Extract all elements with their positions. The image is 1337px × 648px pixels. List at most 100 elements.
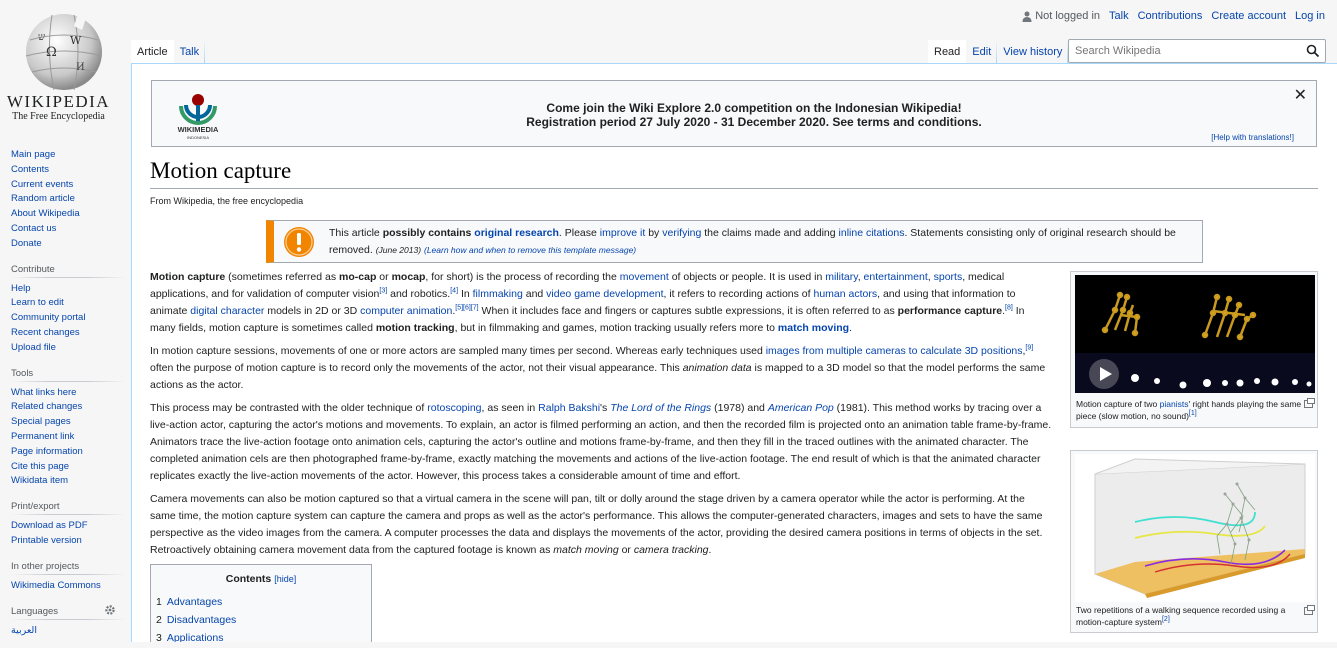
- user-talk-link[interactable]: Talk: [1109, 10, 1129, 22]
- sidebar-item-learn-to-edit[interactable]: Learn to edit: [11, 297, 64, 308]
- link-american-pop[interactable]: American Pop: [768, 402, 834, 414]
- sidebar-heading-contribute: Contribute: [11, 263, 126, 278]
- sidebar-item-contact[interactable]: Contact us: [11, 223, 56, 234]
- link-filmmaking[interactable]: filmmaking: [473, 288, 523, 300]
- sidebar: Main page Contents Current events Random…: [11, 148, 126, 648]
- text: In: [458, 288, 473, 300]
- sidebar-item-main-page[interactable]: Main page: [11, 149, 55, 160]
- citation-link[interactable]: [2]: [1162, 616, 1170, 623]
- sidebar-item-recent-changes[interactable]: Recent changes: [11, 327, 80, 338]
- link-lord-of-the-rings[interactable]: The Lord of the Rings: [610, 402, 711, 414]
- link-digital-character[interactable]: digital character: [190, 305, 264, 317]
- sidebar-heading-print: Print/export: [11, 501, 126, 516]
- enlarge-icon[interactable]: [1304, 398, 1315, 408]
- link-computer-animation[interactable]: computer animation: [360, 305, 452, 317]
- sidebar-item-donate[interactable]: Donate: [11, 238, 42, 249]
- link-rotoscoping[interactable]: rotoscoping: [427, 402, 481, 414]
- banner-line-1[interactable]: Come join the Wiki Explore 2.0 competiti…: [252, 101, 1256, 115]
- link-movement[interactable]: movement: [620, 271, 669, 283]
- sidebar-item-help[interactable]: Help: [11, 283, 31, 294]
- gear-icon[interactable]: [104, 604, 116, 619]
- sidebar-item-permanent-link[interactable]: Permanent link: [11, 431, 74, 442]
- login-link[interactable]: Log in: [1295, 10, 1325, 22]
- sidebar-item-upload-file[interactable]: Upload file: [11, 342, 56, 353]
- text: models in 2D or 3D: [264, 305, 361, 317]
- link-pianists[interactable]: pianists: [1160, 399, 1189, 409]
- sidebar-item-cite-this-page[interactable]: Cite this page: [11, 461, 69, 472]
- citation-link[interactable]: [4]: [450, 288, 458, 295]
- sidebar-item-download-pdf[interactable]: Download as PDF: [11, 520, 88, 531]
- tab-view-history[interactable]: View history: [997, 40, 1069, 63]
- sidebar-item-current-events[interactable]: Current events: [11, 179, 73, 190]
- walking-mocap-image[interactable]: [1075, 454, 1315, 602]
- link-sports[interactable]: sports: [934, 271, 963, 283]
- toc-link-disadvantages[interactable]: Disadvantages: [167, 614, 236, 626]
- toc-title: Contents [hide]: [151, 573, 371, 585]
- toc-hide-toggle[interactable]: [hide]: [274, 574, 296, 584]
- text: or: [618, 544, 634, 556]
- tab-article[interactable]: Article: [131, 40, 174, 63]
- sidebar-item-page-information[interactable]: Page information: [11, 446, 83, 457]
- citation-link[interactable]: [1]: [1189, 410, 1197, 417]
- sidebar-item-wikimedia-commons[interactable]: Wikimedia Commons: [11, 580, 101, 591]
- toc-item[interactable]: 3 Applications: [156, 629, 371, 642]
- enlarge-icon[interactable]: [1304, 605, 1315, 615]
- citation-link[interactable]: [5][6][7]: [455, 305, 478, 312]
- link-ralph-bakshi[interactable]: Ralph Bakshi: [538, 402, 600, 414]
- text: , but in filmmaking and games, motion tr…: [454, 322, 778, 334]
- link-military[interactable]: military: [825, 271, 857, 283]
- sidebar-item-special-pages[interactable]: Special pages: [11, 416, 71, 427]
- toc-link-applications[interactable]: Applications: [167, 632, 224, 642]
- text: When it includes face and fingers or cap…: [478, 305, 898, 317]
- citation-link[interactable]: [8]: [1005, 305, 1013, 312]
- inline-citations-link[interactable]: inline citations: [839, 227, 905, 239]
- sidebar-item-community-portal[interactable]: Community portal: [11, 312, 85, 323]
- tagline: The Free Encyclopedia: [12, 111, 105, 122]
- citation-link[interactable]: [9]: [1025, 345, 1033, 352]
- create-account-link[interactable]: Create account: [1211, 10, 1286, 22]
- sidebar-item-related-changes[interactable]: Related changes: [11, 401, 82, 412]
- tab-edit[interactable]: Edit: [966, 40, 998, 63]
- toc-link-advantages[interactable]: Advantages: [167, 596, 222, 608]
- verifying-link[interactable]: verifying: [662, 227, 701, 239]
- link-entertainment[interactable]: entertainment: [864, 271, 928, 283]
- caption-text: Two repetitions of a walking sequence re…: [1076, 605, 1286, 627]
- sidebar-item-wikidata-item[interactable]: Wikidata item: [11, 475, 68, 486]
- table-of-contents: Contents [hide] 1 Advantages 2 Disadvantag…: [150, 564, 372, 642]
- sidebar-item-lang-arabic[interactable]: العربية: [11, 625, 37, 636]
- close-icon[interactable]: ✕: [1294, 85, 1307, 105]
- sidebar-item-what-links-here[interactable]: What links here: [11, 387, 76, 398]
- toc-list: 1 Advantages 2 Disadvantages 3 Applications: [156, 593, 371, 642]
- notice-text-part: . Please: [558, 227, 600, 239]
- tab-talk[interactable]: Talk: [173, 40, 206, 63]
- sidebar-item-contents[interactable]: Contents: [11, 164, 49, 175]
- italic-term: animation data: [682, 362, 752, 374]
- banner-help-link[interactable]: [Help with translations!]: [1211, 133, 1294, 142]
- original-research-link[interactable]: original research: [474, 227, 559, 239]
- contributions-link[interactable]: Contributions: [1138, 10, 1203, 22]
- notice-text-part: This article: [329, 227, 383, 239]
- link-video-game-development[interactable]: video game development: [546, 288, 663, 300]
- text: .: [708, 544, 712, 556]
- search-input[interactable]: [1069, 40, 1289, 62]
- link-match-moving[interactable]: match moving: [778, 322, 849, 334]
- toc-item[interactable]: 2 Disadvantages: [156, 611, 371, 629]
- wikimedia-wordmark: WIKIMEDIA: [178, 125, 219, 134]
- sidebar-item-about[interactable]: About Wikipedia: [11, 208, 80, 219]
- thumbnail-caption: Two repetitions of a walking sequence re…: [1076, 604, 1312, 628]
- play-icon[interactable]: [1089, 359, 1119, 389]
- italic-term: match moving: [553, 544, 619, 556]
- wikipedia-logo[interactable]: Ω W ש И WIKIPEDIA The Free Encyclopedia: [0, 0, 130, 140]
- link-human-actors[interactable]: human actors: [813, 288, 877, 300]
- article-body: Motion capture (sometimes referred as mo…: [150, 269, 1052, 565]
- sidebar-item-printable-version[interactable]: Printable version: [11, 535, 82, 546]
- remove-template-link[interactable]: (Learn how and when to remove this templ…: [424, 245, 636, 255]
- mocap-video-player[interactable]: [1075, 275, 1315, 393]
- sidebar-item-random-article[interactable]: Random article: [11, 193, 75, 204]
- bold-term: Motion capture: [150, 271, 226, 283]
- search-icon[interactable]: [1306, 44, 1320, 58]
- improve-it-link[interactable]: improve it: [600, 227, 646, 239]
- link-multiple-cameras[interactable]: images from multiple cameras to calculat…: [766, 345, 1023, 357]
- tab-read[interactable]: Read: [928, 40, 967, 63]
- toc-item[interactable]: 1 Advantages: [156, 593, 371, 611]
